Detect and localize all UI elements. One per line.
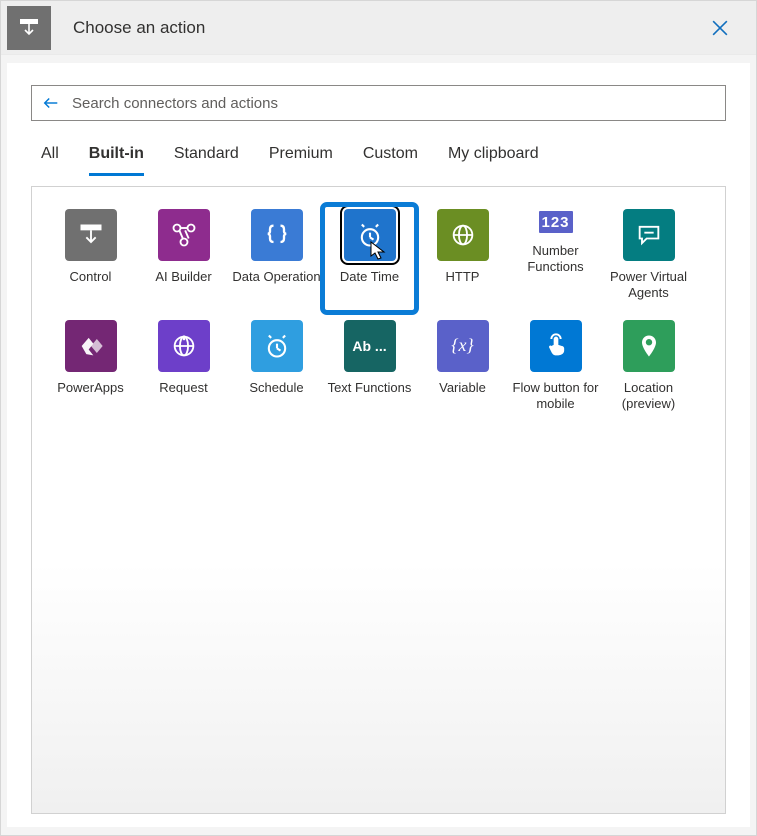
tab-standard[interactable]: Standard (174, 139, 239, 175)
variable-tile-text: {x} (451, 335, 473, 356)
connector-data-operation[interactable]: Data Operation (230, 205, 323, 312)
chat-icon (623, 209, 675, 261)
alarm-icon (251, 320, 303, 372)
connector-label: Variable (418, 380, 507, 396)
connector-label: Schedule (232, 380, 321, 396)
search-bar (31, 85, 726, 121)
connector-request[interactable]: Request (137, 316, 230, 423)
text-tile-text: Ab ... (352, 338, 386, 354)
tab-clipboard[interactable]: My clipboard (448, 139, 539, 175)
connector-label: Flow button for mobile (511, 380, 600, 413)
numbers-tile-text: 123 (541, 214, 569, 231)
close-button[interactable] (712, 20, 756, 36)
connector-label: PowerApps (46, 380, 135, 396)
connector-powerapps[interactable]: PowerApps (44, 316, 137, 423)
globe-icon (437, 209, 489, 261)
connector-label: Request (139, 380, 228, 396)
connector-grid: Control AI Builder (31, 186, 726, 814)
connector-number-functions[interactable]: 123 Number Functions (509, 205, 602, 312)
connector-label: Power Virtual Agents (604, 269, 693, 302)
tab-custom[interactable]: Custom (363, 139, 418, 175)
connector-text-functions[interactable]: Ab ... Text Functions (323, 316, 416, 423)
connector-variable[interactable]: {x} Variable (416, 316, 509, 423)
control-icon (65, 209, 117, 261)
panel-title: Choose an action (51, 18, 712, 38)
control-icon (7, 6, 51, 50)
connector-label: Number Functions (511, 243, 600, 276)
text-icon: Ab ... (344, 320, 396, 372)
touch-icon (530, 320, 582, 372)
tab-premium[interactable]: Premium (269, 139, 333, 175)
connector-http[interactable]: HTTP (416, 205, 509, 312)
connector-label: AI Builder (139, 269, 228, 285)
connector-label: Control (46, 269, 135, 285)
connector-flow-button-mobile[interactable]: Flow button for mobile (509, 316, 602, 423)
connector-control[interactable]: Control (44, 205, 137, 312)
tab-all[interactable]: All (41, 139, 59, 175)
connector-label: HTTP (418, 269, 507, 285)
connector-power-virtual-agents[interactable]: Power Virtual Agents (602, 205, 695, 312)
panel-body: All Built-in Standard Premium Custom My … (7, 63, 750, 827)
connector-location[interactable]: Location (preview) (602, 316, 695, 423)
request-icon (158, 320, 210, 372)
connector-schedule[interactable]: Schedule (230, 316, 323, 423)
search-input[interactable] (70, 94, 715, 113)
choose-action-panel: Choose an action All Built-in Standard P… (0, 0, 757, 836)
powerapps-icon (65, 320, 117, 372)
numbers-icon: 123 (537, 209, 575, 235)
connector-label: Date Time (325, 269, 414, 285)
connector-label: Text Functions (325, 380, 414, 396)
connector-label: Data Operation (232, 269, 321, 285)
ai-builder-icon (158, 209, 210, 261)
tab-built-in[interactable]: Built-in (89, 139, 144, 176)
connector-date-time[interactable]: Date Time (323, 205, 416, 312)
connector-label: Location (preview) (604, 380, 693, 413)
panel-header: Choose an action (1, 1, 756, 55)
tab-bar: All Built-in Standard Premium Custom My … (31, 135, 726, 176)
connector-ai-builder[interactable]: AI Builder (137, 205, 230, 312)
pin-icon (623, 320, 675, 372)
variable-icon: {x} (437, 320, 489, 372)
braces-icon (251, 209, 303, 261)
clock-icon (344, 209, 396, 261)
back-arrow-icon[interactable] (42, 94, 60, 112)
